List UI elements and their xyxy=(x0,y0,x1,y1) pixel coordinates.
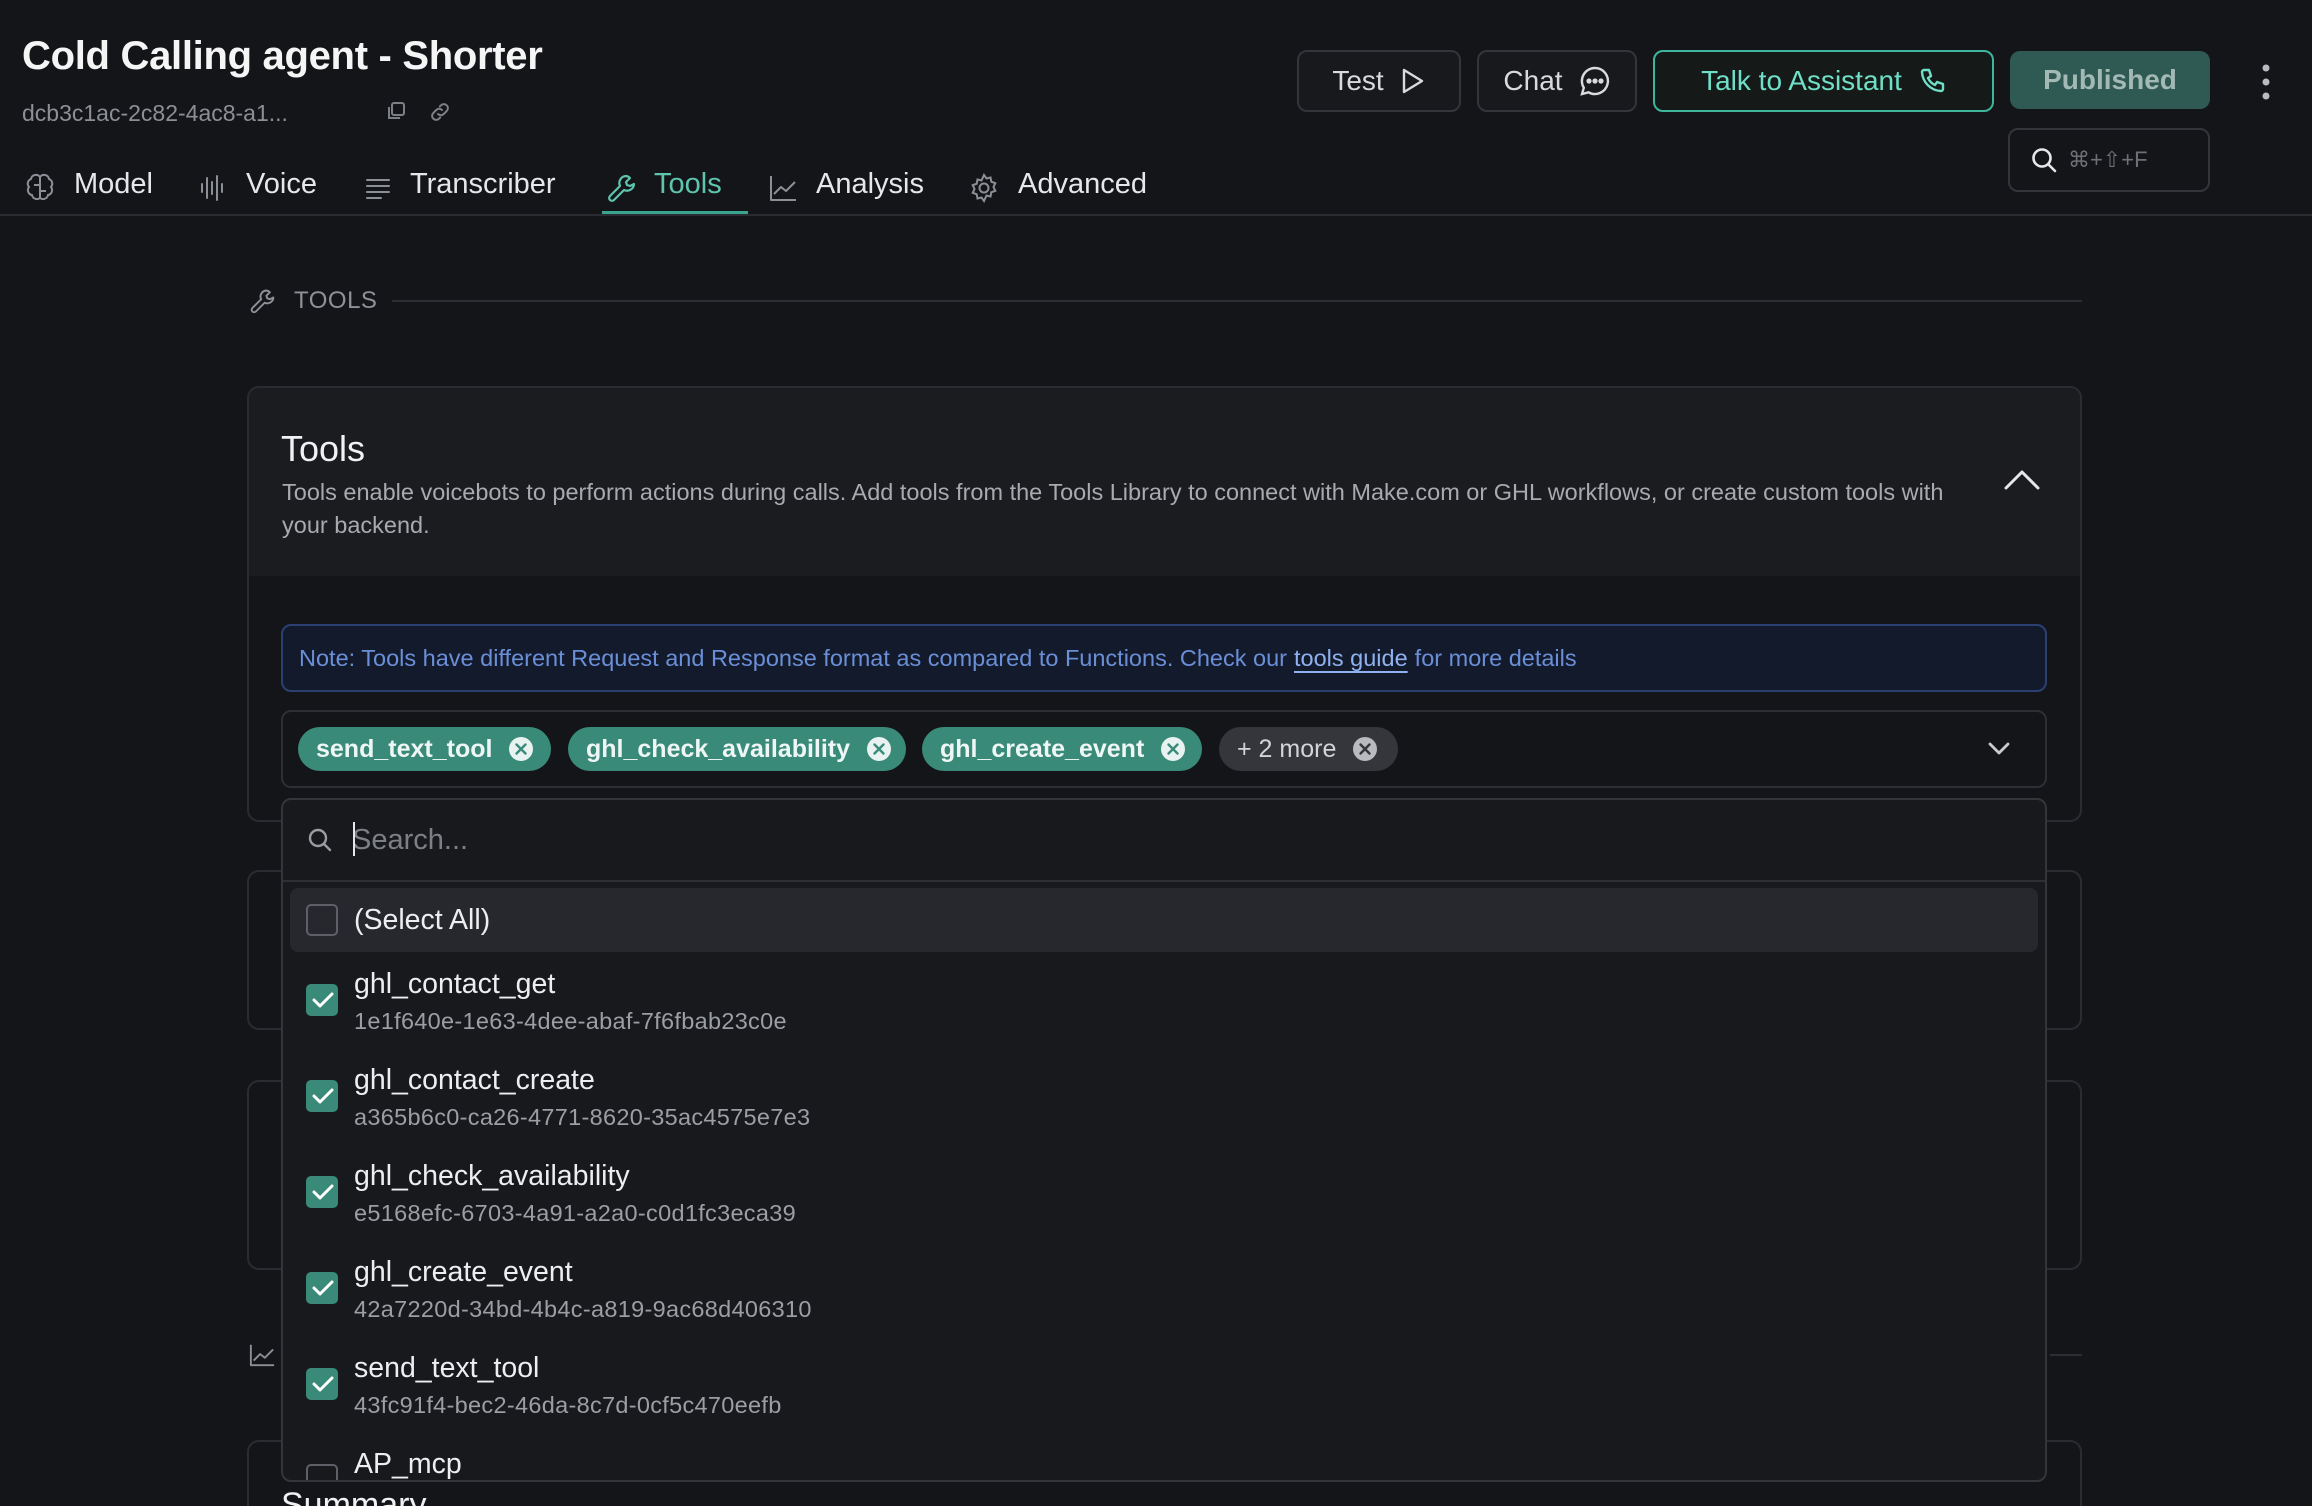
copy-icon[interactable] xyxy=(385,100,407,122)
chip-label: send_text_tool xyxy=(316,734,493,763)
chevron-down-icon[interactable] xyxy=(1984,738,2014,758)
tab-label: Advanced xyxy=(1018,168,1147,200)
tab-analysis[interactable]: Analysis xyxy=(768,168,924,214)
search-shortcut-keys: ⌘+⇧+F xyxy=(2068,147,2148,172)
tab-advanced[interactable]: Advanced xyxy=(968,168,1147,214)
talk-to-assistant-button[interactable]: Talk to Assistant xyxy=(1653,50,1994,112)
option-checkbox[interactable] xyxy=(306,1464,338,1480)
published-button[interactable]: Published xyxy=(2010,51,2210,109)
chip-label: ghl_check_availability xyxy=(586,734,851,763)
chip-label: ghl_create_event xyxy=(940,734,1145,763)
selected-tool-chip: send_text_tool xyxy=(298,727,551,771)
section-divider xyxy=(2050,1354,2082,1356)
select-all-label: (Select All) xyxy=(354,904,491,936)
chart-icon xyxy=(770,176,796,201)
play-icon xyxy=(1402,68,1423,94)
phone-icon xyxy=(1920,68,1945,93)
tab-model[interactable]: Model xyxy=(24,168,153,214)
checkmark-icon xyxy=(312,1088,334,1104)
select-all-checkbox[interactable] xyxy=(306,904,338,936)
option-name[interactable]: AP_mcp xyxy=(354,1448,462,1481)
note-text: Note: Tools have different Request and R… xyxy=(299,644,1287,671)
section-heading-label: TOOLS xyxy=(294,287,378,314)
tab-voice[interactable]: Voice xyxy=(198,168,317,214)
test-button-label: Test xyxy=(1332,65,1384,96)
lines-icon xyxy=(366,179,390,199)
search-shortcut-button[interactable]: ⌘+⇧+F xyxy=(2008,128,2210,192)
option-id: 1e1f640e-1e63-4dee-abaf-7f6fbab23c0e xyxy=(354,1008,787,1034)
option-name[interactable]: ghl_check_availability xyxy=(354,1160,630,1193)
search-icon xyxy=(308,828,332,852)
option-id: 43fc91f4-bec2-46da-8c7d-0cf5c470eefb xyxy=(354,1392,782,1418)
checkmark-icon xyxy=(312,1280,334,1296)
tab-label: Voice xyxy=(246,168,317,200)
test-button[interactable]: Test xyxy=(1297,50,1461,112)
checkmark-icon xyxy=(312,1376,334,1392)
chat-bubble-icon xyxy=(1579,66,1609,96)
section-heading-tools: TOOLS xyxy=(248,287,377,315)
option-checkbox[interactable] xyxy=(306,1272,338,1304)
tab-transcriber[interactable]: Transcriber xyxy=(364,168,556,214)
chat-button[interactable]: Chat xyxy=(1477,50,1637,112)
gear-icon xyxy=(971,173,997,203)
dropdown-search-input[interactable] xyxy=(352,818,1952,862)
selected-tool-chip: ghl_check_availability xyxy=(568,727,906,771)
option-id: 42a7220d-34bd-4b4c-a819-9ac68d406310 xyxy=(354,1296,812,1322)
more-chips-badge: + 2 more xyxy=(1219,727,1398,771)
chevron-up-icon[interactable] xyxy=(2002,466,2042,492)
link-icon[interactable] xyxy=(428,100,452,124)
tab-label: Analysis xyxy=(816,168,924,200)
waveform-icon xyxy=(201,175,223,201)
wrench-icon xyxy=(250,289,275,314)
tab-label: Transcriber xyxy=(410,168,556,200)
checkmark-icon xyxy=(312,992,334,1008)
option-name[interactable]: ghl_create_event xyxy=(354,1256,573,1289)
checkmark-icon xyxy=(312,1184,334,1200)
tools-card-title: Tools xyxy=(281,428,366,469)
tabs-divider xyxy=(0,214,2312,216)
option-checkbox[interactable] xyxy=(306,1368,338,1400)
summary-title: Summary xyxy=(281,1486,427,1506)
option-name[interactable]: ghl_contact_create xyxy=(354,1064,595,1097)
wrench-icon xyxy=(608,174,636,202)
option-checkbox[interactable] xyxy=(306,1176,338,1208)
chart-icon xyxy=(249,1344,275,1367)
note-text-suffix: for more details xyxy=(1414,644,1577,671)
assistant-id: dcb3c1ac-2c82-4ac8-a1... xyxy=(22,100,288,126)
option-name[interactable]: send_text_tool xyxy=(354,1352,539,1385)
tab-tools[interactable]: Tools xyxy=(606,168,722,214)
chat-button-label: Chat xyxy=(1503,65,1563,96)
tools-note: Note: Tools have different Request and R… xyxy=(281,624,2047,692)
page-title: Cold Calling agent - Shorter xyxy=(22,34,543,78)
option-checkbox[interactable] xyxy=(306,984,338,1016)
select-all-row[interactable] xyxy=(290,888,2038,952)
talk-button-label: Talk to Assistant xyxy=(1701,65,1902,96)
selected-tool-chip: ghl_create_event xyxy=(922,727,1202,771)
brain-icon xyxy=(26,173,54,201)
more-options-icon[interactable] xyxy=(2256,62,2276,102)
chip-label: + 2 more xyxy=(1237,734,1337,763)
remove-chip-icon[interactable] xyxy=(1352,736,1378,762)
option-id: a365b6c0-ca26-4771-8620-35ac4575e7e3 xyxy=(354,1104,811,1130)
search-icon xyxy=(2032,148,2057,173)
option-id: e5168efc-6703-4a91-a2a0-c0d1fc3eca39 xyxy=(354,1200,796,1226)
option-name[interactable]: ghl_contact_get xyxy=(354,968,555,1001)
section-divider xyxy=(392,300,2082,302)
tools-guide-link[interactable]: tools guide xyxy=(1294,645,1408,672)
tab-label: Model xyxy=(74,168,153,200)
tab-label: Tools xyxy=(654,168,722,200)
tools-card-description: Tools enable voicebots to perform action… xyxy=(282,479,1944,538)
text-caret xyxy=(353,822,355,856)
option-checkbox[interactable] xyxy=(306,1080,338,1112)
remove-chip-icon[interactable] xyxy=(866,736,892,762)
remove-chip-icon[interactable] xyxy=(1160,736,1186,762)
remove-chip-icon[interactable] xyxy=(508,736,534,762)
